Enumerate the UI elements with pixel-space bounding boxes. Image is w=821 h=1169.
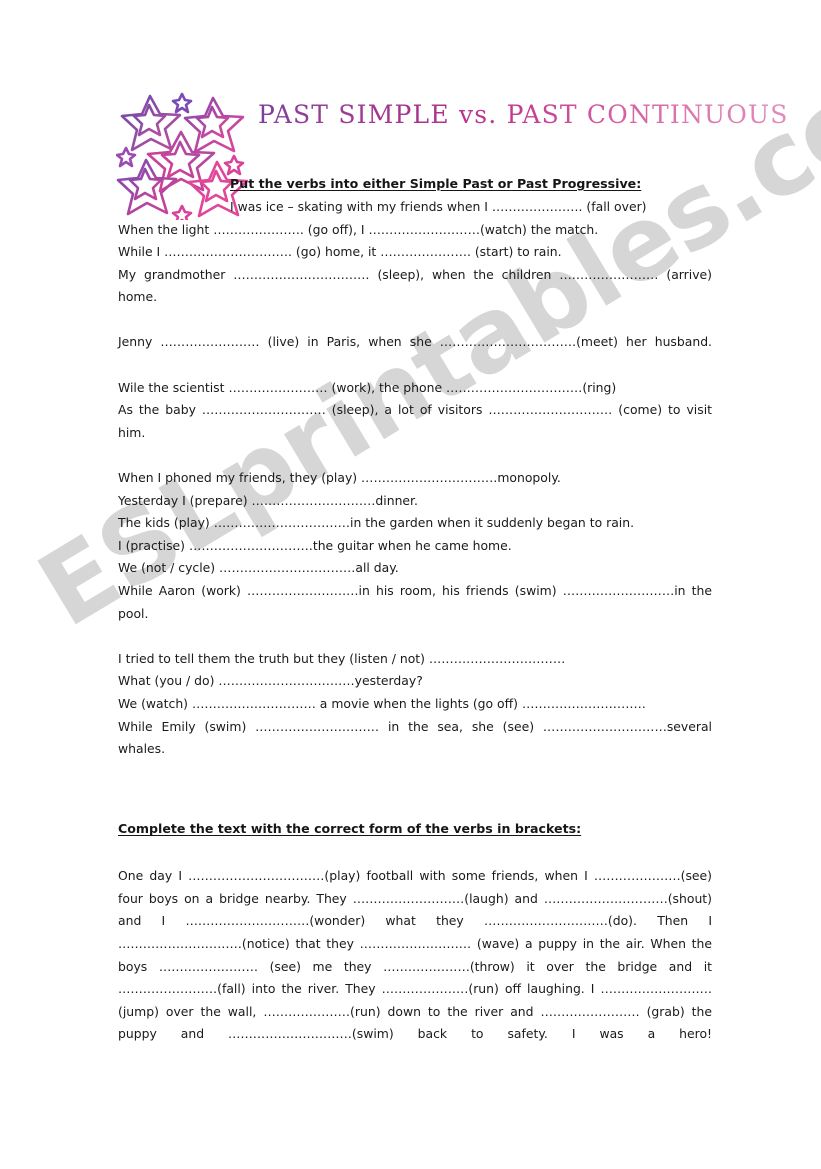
exercise-line: My grandmother …………………………… (sleep), when… bbox=[118, 266, 712, 305]
section-2-heading: Complete the text with the correct form … bbox=[118, 821, 582, 837]
exercise-line: I was ice – skating with my friends when… bbox=[230, 198, 647, 214]
exercise-line: I (practise) …………………………the guitar when h… bbox=[118, 537, 512, 553]
exercise-line: We (watch) ………………………… a movie when the l… bbox=[118, 695, 646, 711]
exercise-line: The kids (play) ……………………………in the garden… bbox=[118, 515, 635, 531]
exercise-line: When I phoned my friends, they (play) ……… bbox=[118, 470, 561, 486]
section-2-text: One day I ……………………………(play) football wit… bbox=[118, 868, 712, 1042]
section-1-heading: Put the verbs into either Simple Past or… bbox=[230, 176, 642, 191]
exercise-line: Wile the scientist …………………… (work), the … bbox=[118, 379, 617, 395]
exercise-line: When the light …………………. (go off), I …………… bbox=[118, 221, 599, 237]
exercise-line: We (not / cycle) ……………………………all day. bbox=[118, 560, 399, 576]
section-1-list: I was ice – skating with my friends when… bbox=[118, 196, 712, 783]
exercise-line: Yesterday I (prepare) …………………………dinner. bbox=[118, 492, 418, 508]
page-title: PAST SIMPLE vs. PAST CONTINUOUS bbox=[258, 100, 789, 129]
exercise-line: While Aaron (work) ………………………in his room,… bbox=[118, 583, 712, 621]
worksheet-page: ESLprintables.com PAST SIMPLE vs. PAST C… bbox=[0, 0, 821, 1169]
exercise-line: While Emily (swim) ………………………… in the sea… bbox=[118, 718, 712, 757]
exercise-line: While I …………………………. (go) home, it ………………… bbox=[118, 244, 562, 260]
exercise-line: What (you / do) ……………………………yesterday? bbox=[118, 673, 423, 689]
worksheet-body: Put the verbs into either Simple Past or… bbox=[118, 172, 712, 1069]
exercise-line: I tried to tell them the truth but they … bbox=[118, 650, 566, 666]
exercise-line: Jenny …………………… (live) in Paris, when she… bbox=[118, 334, 712, 350]
exercise-line: As the baby ………………………… (sleep), a lot of… bbox=[118, 402, 712, 440]
